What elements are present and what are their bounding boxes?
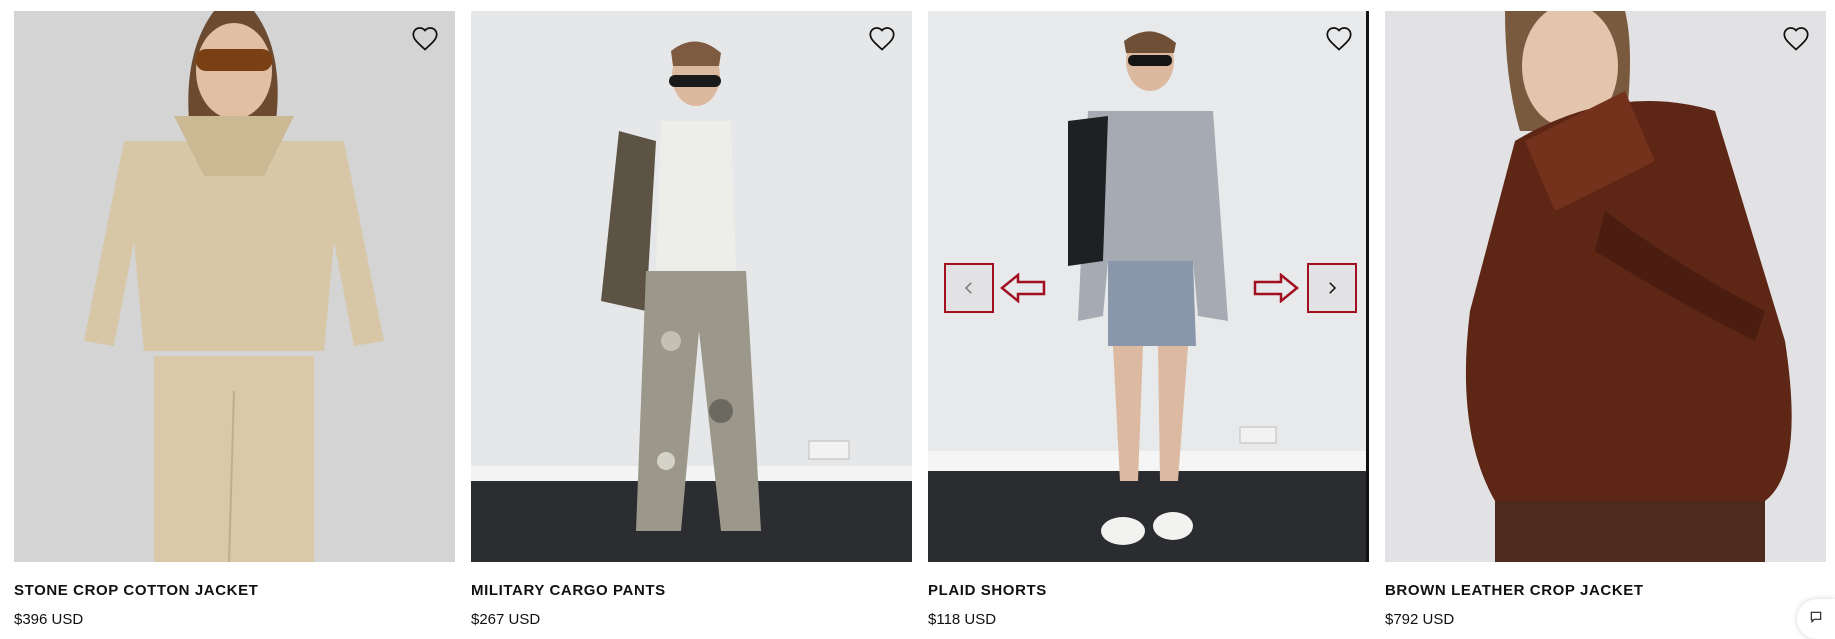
product-price: $396 USD <box>14 611 84 628</box>
product-card-brown-leather-crop-jacket[interactable]: BROWN LEATHER CROP JACKET $792 USD <box>1385 11 1826 629</box>
product-image[interactable] <box>928 11 1369 562</box>
product-grid: STONE CROP COTTON JACKET $396 USD MILITA… <box>14 11 1826 629</box>
product-photo <box>471 11 912 562</box>
product-title[interactable]: MILITARY CARGO PANTS <box>471 582 912 600</box>
wishlist-heart-icon[interactable] <box>868 25 896 53</box>
chevron-left-icon <box>964 282 972 294</box>
product-price: $267 USD <box>471 611 541 628</box>
product-photo <box>928 11 1369 562</box>
product-price: $792 USD <box>1385 611 1455 628</box>
right-arrow-annotation-icon <box>1253 273 1299 303</box>
wishlist-heart-icon[interactable] <box>1782 25 1810 53</box>
product-card-military-cargo-pants[interactable]: MILITARY CARGO PANTS $267 USD <box>471 11 912 629</box>
product-price: $118 USD <box>928 611 997 628</box>
wishlist-heart-icon[interactable] <box>1325 25 1353 53</box>
carousel-next-button[interactable] <box>1307 263 1357 313</box>
product-image[interactable] <box>471 11 912 562</box>
product-photo <box>1385 11 1826 562</box>
left-arrow-annotation-icon <box>1000 273 1046 303</box>
chat-launcher-button[interactable] <box>1797 599 1835 639</box>
product-title[interactable]: PLAID SHORTS <box>928 582 1369 600</box>
wishlist-heart-icon[interactable] <box>411 25 439 53</box>
product-card-stone-crop-cotton-jacket[interactable]: STONE CROP COTTON JACKET $396 USD <box>14 11 455 629</box>
product-title[interactable]: BROWN LEATHER CROP JACKET <box>1385 582 1826 600</box>
product-title[interactable]: STONE CROP COTTON JACKET <box>14 582 455 600</box>
chat-bubble-icon <box>1810 611 1822 624</box>
product-image[interactable] <box>1385 11 1826 562</box>
chevron-right-icon <box>1329 282 1337 294</box>
product-image[interactable] <box>14 11 455 562</box>
carousel-prev-button[interactable] <box>944 263 994 313</box>
product-card-plaid-shorts[interactable]: PLAID SHORTS $118 USD <box>928 11 1369 629</box>
product-photo <box>14 11 455 562</box>
